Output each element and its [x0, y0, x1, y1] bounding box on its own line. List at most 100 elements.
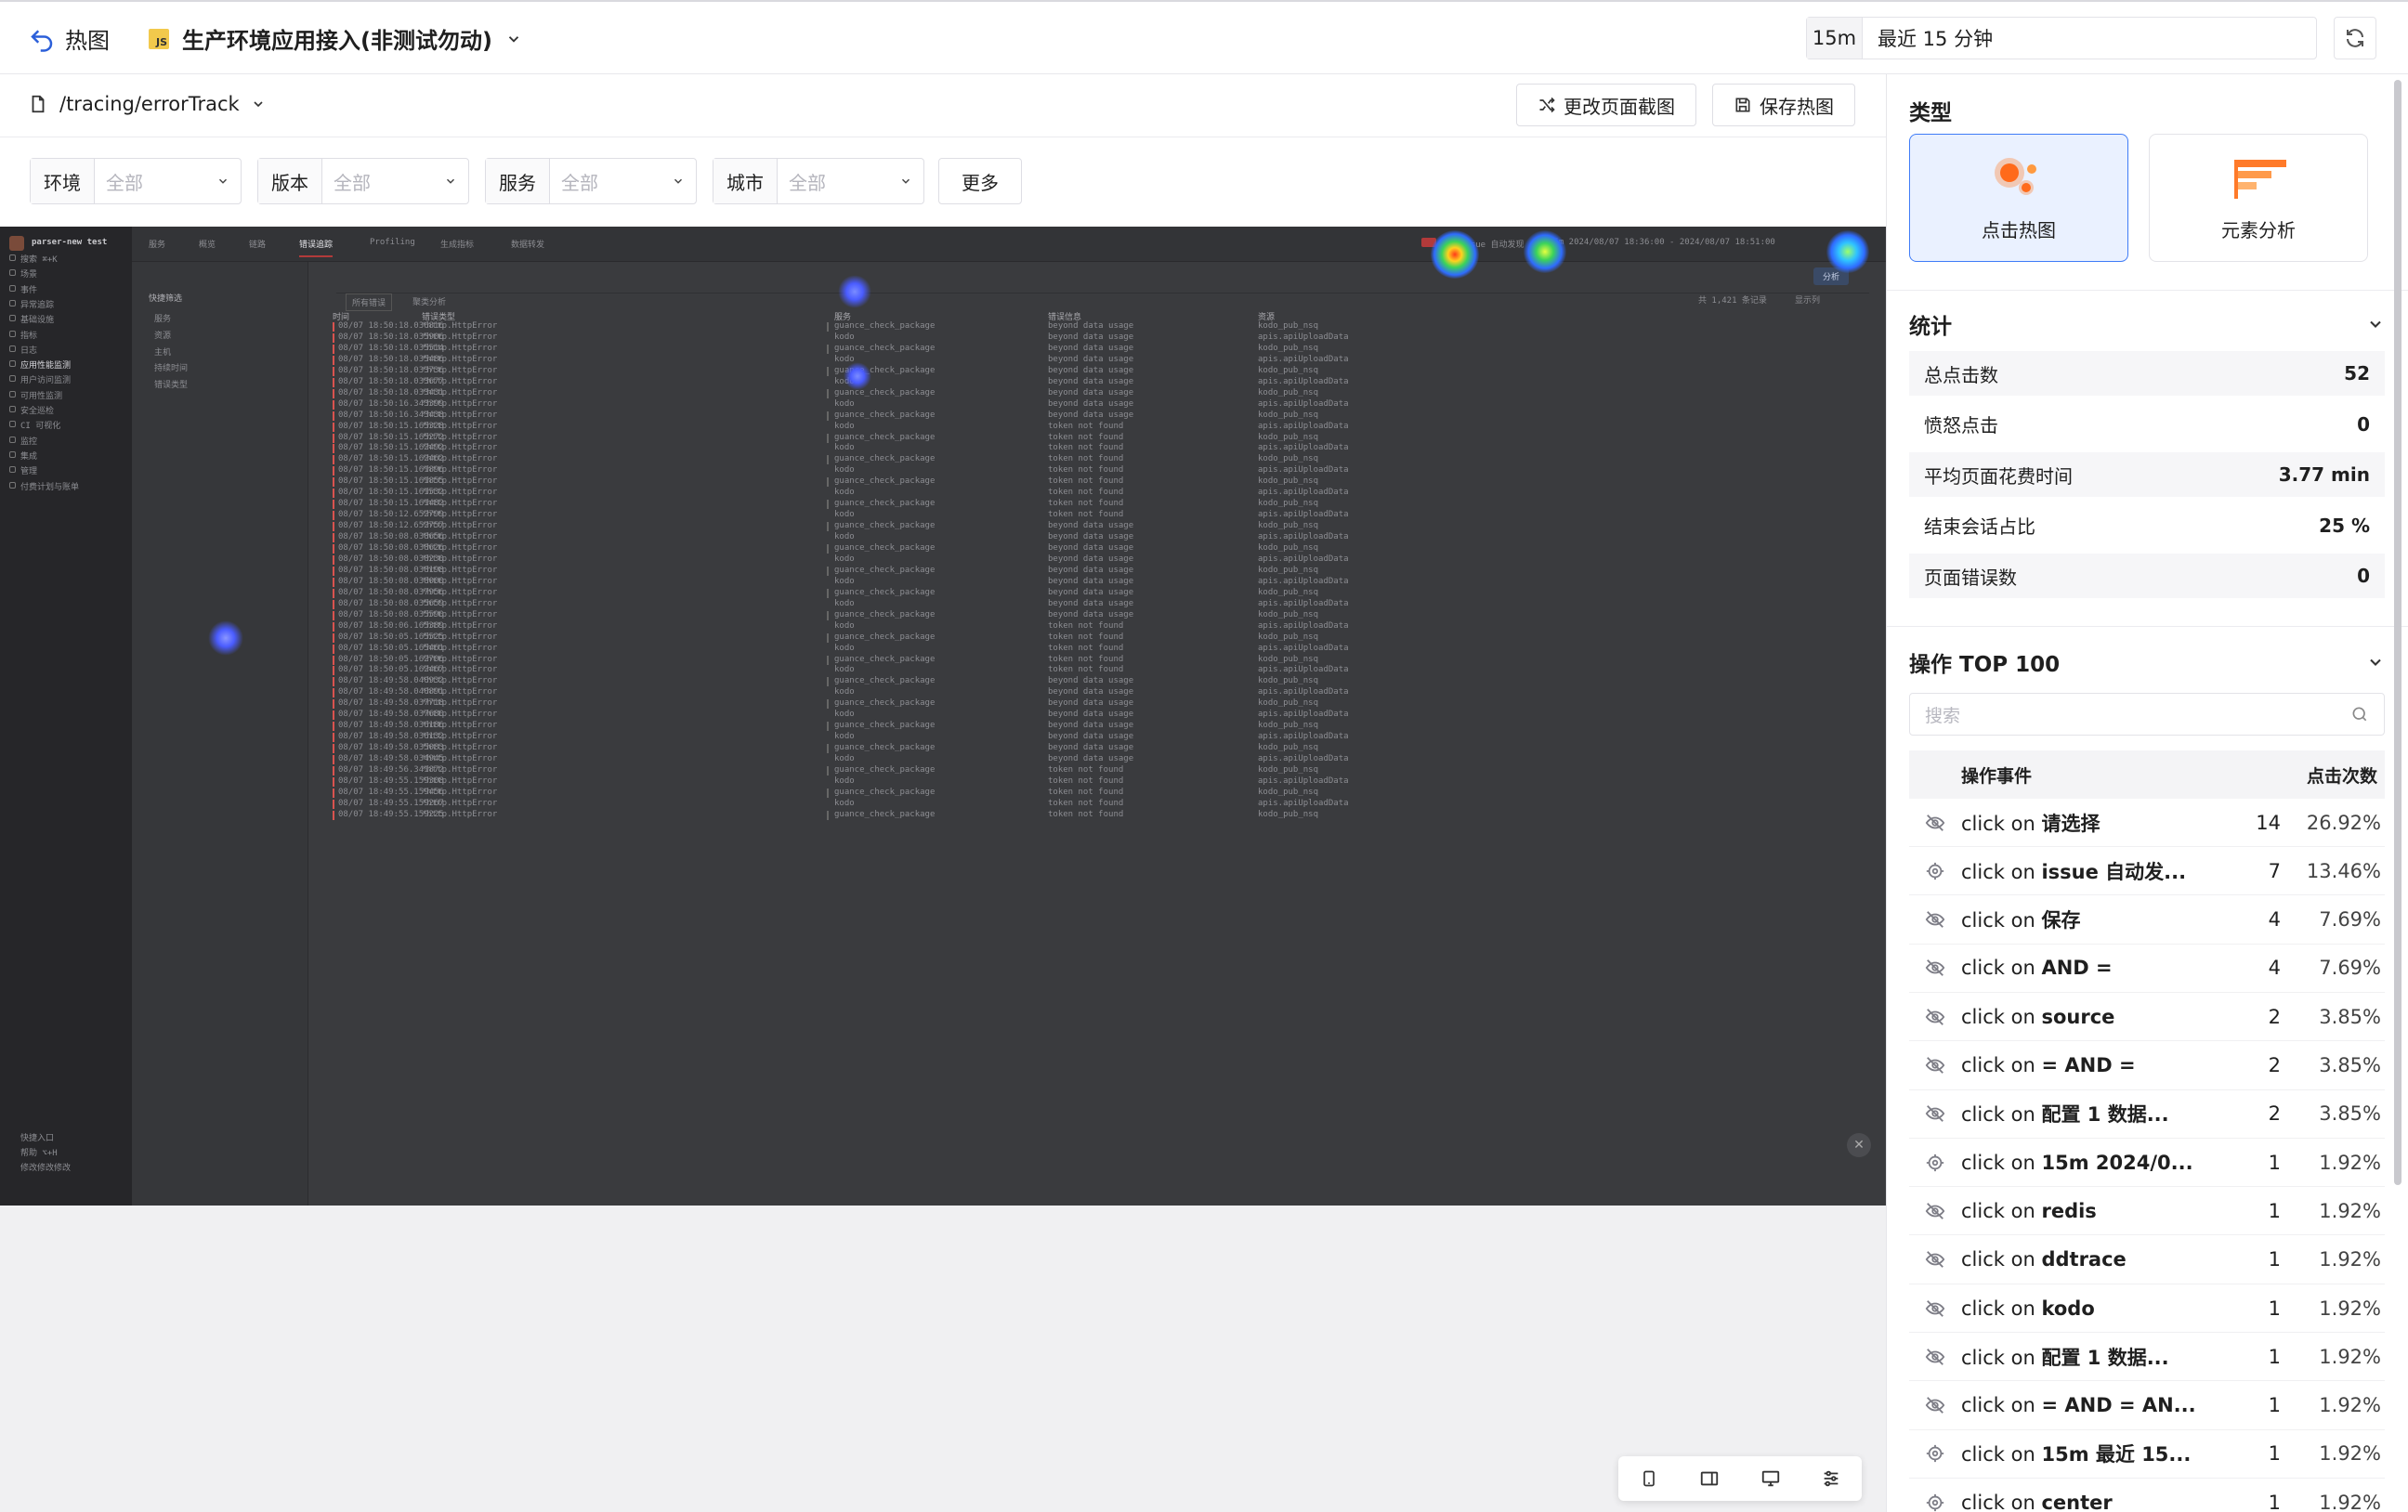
back-arrow-icon [31, 29, 53, 52]
shot-table-row: 08/07 18:50:08.038198 *http.HttpError guan… [318, 566, 1860, 577]
shot-filter-item: 错误类型 [154, 381, 189, 391]
op-count: 1 [2268, 1199, 2281, 1222]
shot-service-mark [827, 388, 829, 398]
shot-error-mark [333, 733, 334, 743]
op-count: 1 [2268, 1248, 2281, 1271]
op-row[interactable]: click on 配置 1 数据... 2 3.85% [1909, 1090, 2385, 1139]
mobile-view-icon[interactable] [1633, 1463, 1665, 1494]
shot-side-icon [9, 345, 16, 352]
op-row[interactable]: click on = AND = 2 3.85% [1909, 1042, 2385, 1090]
shot-cell-service: guance_check_package [834, 609, 936, 619]
filter-env[interactable]: 环境 全部 [30, 158, 242, 204]
shot-table-row: 08/07 18:50:15.165328 *http.HttpError kodo… [318, 422, 1860, 433]
shot-cell-type: *http.HttpError [422, 488, 498, 498]
shot-cell-resource: apis.apiUploadData [1258, 354, 1349, 364]
shot-service-mark [827, 522, 829, 532]
shot-table-row: 08/07 18:50:08.038230 *http.HttpError kodo… [318, 554, 1860, 566]
op-row[interactable]: click on 15m 2024/0... 1 1.92% [1909, 1139, 2385, 1188]
op-name: click on issue 自动发... [1961, 857, 2244, 885]
op-row[interactable]: click on source 2 3.85% [1909, 993, 2385, 1042]
shot-table-row: 08/07 18:50:15.161896 *http.HttpError kodo… [318, 465, 1860, 476]
shot-nav-tab: 数据转发 [511, 241, 545, 250]
op-verb: click [1961, 1346, 2005, 1369]
op-prep: on [2010, 1005, 2035, 1028]
shot-error-mark [333, 566, 334, 576]
op-target: 请选择 [2041, 812, 2100, 835]
filter-bar: 环境 全部 版本 全部 服务 全部 城市 全部 更多 [0, 137, 1886, 227]
op-percent: 1.92% [2319, 1491, 2381, 1512]
op-row[interactable]: click on center 1 1.92% [1909, 1479, 2385, 1512]
op-count: 1 [2268, 1394, 2281, 1417]
op-row[interactable]: click on kodo 1 1.92% [1909, 1284, 2385, 1333]
op-row[interactable]: click on 保存 4 7.69% [1909, 896, 2385, 945]
shot-cell-service: kodo [834, 598, 855, 608]
op-row[interactable]: click on 请选择 14 26.92% [1909, 799, 2385, 847]
shot-cell-message: beyond data usage [1048, 710, 1134, 720]
heatmap-canvas[interactable]: parser-new test 搜索 ⌘+K 场景 事件 异常追踪 基础设施 指标 日志 应用… [0, 227, 1886, 1206]
shot-side-icon [9, 360, 16, 368]
shuffle-icon [1539, 97, 1555, 113]
refresh-button[interactable] [2334, 17, 2376, 59]
shot-service-mark [827, 722, 829, 732]
shot-side-icon [9, 375, 16, 383]
element-analysis-card[interactable]: 元素分析 [2149, 134, 2368, 262]
op-row[interactable]: click on 15m 最近 15... 1 1.92% [1909, 1430, 2385, 1479]
back-button[interactable]: 热图 [28, 22, 110, 55]
page-path-bar: /tracing/errorTrack 更改页面截图 保存热图 [0, 74, 1886, 137]
op-verb: click [1961, 1394, 2005, 1417]
shot-cell-resource: apis.apiUploadData [1258, 510, 1349, 520]
op-target: center [2041, 1491, 2113, 1512]
shot-cell-type: *http.HttpError [422, 809, 498, 819]
shot-cell-message: beyond data usage [1048, 721, 1134, 731]
top-ops-section-header[interactable]: 操作 TOP 100 [1909, 646, 2385, 678]
ops-search-input[interactable]: 搜索 [1909, 693, 2385, 736]
shot-cell-resource: apis.apiUploadData [1258, 598, 1349, 608]
shot-cell-service: guance_check_package [834, 632, 936, 642]
stat-label: 平均页面花费时间 [1924, 464, 2073, 488]
op-row[interactable]: click on redis 1 1.92% [1909, 1187, 2385, 1236]
shot-cell-message: beyond data usage [1048, 698, 1134, 709]
shot-cell-resource: kodo_pub_nsq [1258, 587, 1319, 597]
shot-cell-type: *http.HttpError [422, 587, 498, 597]
op-verb: click [1961, 1248, 2005, 1271]
page-path-selector[interactable]: /tracing/errorTrack [28, 93, 266, 115]
shot-cell-service: kodo [834, 620, 855, 631]
shot-cell-message: beyond data usage [1048, 332, 1134, 342]
shot-cell-type: *http.HttpError [422, 532, 498, 542]
shot-error-mark [333, 744, 334, 754]
shot-cell-message: beyond data usage [1048, 410, 1134, 420]
op-count: 4 [2268, 908, 2281, 932]
op-row[interactable]: click on ddtrace 1 1.92% [1909, 1236, 2385, 1284]
shot-cell-service: guance_check_package [834, 499, 936, 509]
filter-version[interactable]: 版本 全部 [257, 158, 469, 204]
change-screenshot-button[interactable]: 更改页面截图 [1516, 84, 1696, 126]
shot-cell-resource: apis.apiUploadData [1258, 710, 1349, 720]
op-row[interactable]: click on 配置 1 数据... 1 1.92% [1909, 1333, 2385, 1382]
filter-city[interactable]: 城市 全部 [713, 158, 924, 204]
save-heatmap-button[interactable]: 保存热图 [1712, 84, 1855, 126]
stats-section-header[interactable]: 统计 [1909, 308, 2385, 340]
desktop-view-icon[interactable] [1755, 1463, 1786, 1494]
shot-cell-service: guance_check_package [834, 521, 936, 531]
shot-error-mark [333, 332, 334, 343]
op-row[interactable]: click on AND = 4 7.69% [1909, 945, 2385, 993]
shot-nav-tab: 错误追踪 [299, 238, 334, 257]
panel-scrollbar[interactable] [2394, 80, 2401, 1185]
shot-cell-message: beyond data usage [1048, 565, 1134, 575]
op-name: click on 配置 1 数据... [1961, 1343, 2244, 1371]
click-heatmap-card[interactable]: 点击热图 [1909, 134, 2128, 262]
more-filters-button[interactable]: 更多 [938, 158, 1022, 204]
op-row[interactable]: click on = AND = AN... 1 1.92% [1909, 1382, 2385, 1430]
op-row[interactable]: click on issue 自动发... 7 13.46% [1909, 847, 2385, 896]
tablet-view-icon[interactable] [1694, 1463, 1725, 1494]
shot-cell-resource: kodo_pub_nsq [1258, 743, 1319, 753]
shot-cell-service: kodo [834, 554, 855, 564]
settings-sliders-icon[interactable] [1815, 1463, 1847, 1494]
shot-cell-type: *http.HttpError [422, 565, 498, 575]
time-range-picker[interactable]: 15m 最近 15 分钟 [1806, 17, 2317, 59]
op-count: 7 [2268, 859, 2281, 882]
app-selector[interactable]: JS 生产环境应用接入(非测试勿动) [149, 22, 522, 55]
filter-service[interactable]: 服务 全部 [485, 158, 697, 204]
shot-cell-type: *http.HttpError [422, 398, 498, 409]
page-path: /tracing/errorTrack [59, 93, 240, 115]
